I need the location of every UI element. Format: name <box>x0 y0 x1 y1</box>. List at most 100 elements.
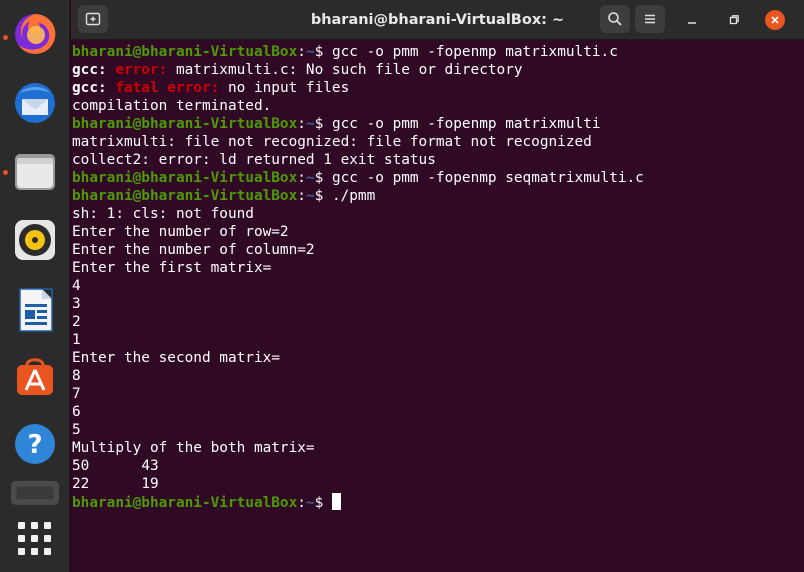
output-text: compilation terminated. <box>72 98 272 114</box>
prompt-line: bharani@bharani-VirtualBox:~$ gcc -o pmm… <box>72 43 797 61</box>
error-label: error: <box>106 62 168 78</box>
output-text: 22 19 <box>72 476 159 492</box>
prompt-symbol: $ <box>314 116 324 132</box>
dock-item-firefox[interactable] <box>11 10 59 58</box>
output-line: matrixmulti: file not recognized: file f… <box>72 133 797 151</box>
output-line: Enter the number of column=2 <box>72 241 797 259</box>
command-text: ./pmm <box>323 188 376 204</box>
output-line: 22 19 <box>72 475 797 493</box>
output-text: 2 <box>72 314 81 330</box>
software-icon <box>17 358 53 395</box>
prompt-user-host: bharani@bharani-VirtualBox <box>72 44 298 60</box>
restore-icon <box>729 15 739 25</box>
prompt-separator: : <box>297 495 306 511</box>
terminal-icon <box>11 480 59 505</box>
apps-grid-icon <box>18 535 25 542</box>
dock-item-writer[interactable] <box>11 286 59 334</box>
apps-grid-icon <box>31 548 38 555</box>
prompt-path: ~ <box>305 495 315 511</box>
rhythmbox-icon <box>15 220 55 260</box>
output-text: 3 <box>72 296 81 312</box>
output-line: collect2: error: ld returned 1 exit stat… <box>72 151 797 169</box>
prompt-line: bharani@bharani-VirtualBox:~$ <box>72 493 797 511</box>
output-text: Enter the first matrix= <box>72 260 272 276</box>
output-line: 4 <box>72 277 797 295</box>
terminal-window: bharani@bharani-VirtualBox: ~ bharani@bh… <box>71 0 804 572</box>
prompt-separator: : <box>297 44 306 60</box>
output-text: Enter the second matrix= <box>72 350 280 366</box>
terminal-output[interactable]: bharani@bharani-VirtualBox:~$ gcc -o pmm… <box>72 43 797 511</box>
apps-grid-icon <box>44 548 51 555</box>
gcc-prefix: gcc: <box>72 62 107 78</box>
titlebar: bharani@bharani-VirtualBox: ~ <box>71 0 804 40</box>
thunderbird-icon <box>15 83 55 123</box>
prompt-path: ~ <box>305 188 315 204</box>
output-text: 4 <box>72 278 81 294</box>
close-button[interactable] <box>765 10 785 30</box>
running-indicator <box>3 170 8 175</box>
help-icon: ? <box>15 424 55 464</box>
scrollbar[interactable] <box>798 40 804 572</box>
command-text <box>323 495 332 511</box>
output-line: Multiply of the both matrix= <box>72 439 797 457</box>
hamburger-menu-icon <box>645 14 655 24</box>
output-line: Enter the number of row=2 <box>72 223 797 241</box>
output-line: Enter the second matrix= <box>72 349 797 367</box>
output-line: 8 <box>72 367 797 385</box>
output-text: sh: 1: cls: not found <box>72 206 254 222</box>
output-line: 3 <box>72 295 797 313</box>
output-line: gcc: error: matrixmulti.c: No such file … <box>72 61 797 79</box>
maximize-button[interactable] <box>724 10 744 30</box>
dock: ? <box>0 0 70 572</box>
prompt-user-host: bharani@bharani-VirtualBox <box>72 116 298 132</box>
prompt-symbol: $ <box>314 170 324 186</box>
prompt-path: ~ <box>305 116 315 132</box>
output-text: 5 <box>72 422 81 438</box>
prompt-separator: : <box>297 116 306 132</box>
output-text: 6 <box>72 404 81 420</box>
output-text: matrixmulti: file not recognized: file f… <box>72 134 592 150</box>
output-line: 5 <box>72 421 797 439</box>
running-indicator <box>3 35 8 40</box>
dock-item-help[interactable]: ? <box>11 420 59 468</box>
command-text: gcc -o pmm -fopenmp matrixmulti.c <box>323 44 618 60</box>
apps-grid-icon <box>44 522 51 529</box>
output-line: 50 43 <box>72 457 797 475</box>
output-text: Enter the number of column=2 <box>72 242 315 258</box>
minimize-button[interactable] <box>682 10 702 30</box>
close-icon <box>771 16 779 24</box>
prompt-path: ~ <box>305 44 315 60</box>
output-line: sh: 1: cls: not found <box>72 205 797 223</box>
prompt-line: bharani@bharani-VirtualBox:~$ gcc -o pmm… <box>72 115 797 133</box>
output-text: Enter the number of row=2 <box>72 224 289 240</box>
writer-icon <box>19 288 53 332</box>
error-message: matrixmulti.c: No such file or directory <box>167 62 523 78</box>
output-line: 6 <box>72 403 797 421</box>
files-icon <box>15 154 55 190</box>
prompt-user-host: bharani@bharani-VirtualBox <box>72 188 298 204</box>
apps-grid-icon <box>31 522 38 529</box>
error-label: fatal error: <box>106 80 220 96</box>
prompt-line: bharani@bharani-VirtualBox:~$ gcc -o pmm… <box>72 169 797 187</box>
dock-item-thunderbird[interactable] <box>11 80 59 128</box>
output-text: 7 <box>72 386 81 402</box>
error-message: no input files <box>219 80 350 96</box>
dock-item-terminal[interactable] <box>11 476 59 506</box>
dock-item-files[interactable] <box>11 148 59 196</box>
prompt-separator: : <box>297 188 306 204</box>
output-text: 1 <box>72 332 81 348</box>
output-text: 50 43 <box>72 458 159 474</box>
svg-text:?: ? <box>27 430 42 460</box>
prompt-path: ~ <box>305 170 315 186</box>
menu-button[interactable] <box>635 5 665 33</box>
search-button[interactable] <box>600 5 630 33</box>
dock-item-rhythmbox[interactable] <box>11 216 59 264</box>
show-applications-button[interactable] <box>18 522 52 556</box>
output-line: gcc: fatal error: no input files <box>72 79 797 97</box>
prompt-separator: : <box>297 170 306 186</box>
gcc-prefix: gcc: <box>72 80 107 96</box>
dock-item-software[interactable] <box>11 352 59 400</box>
prompt-line: bharani@bharani-VirtualBox:~$ ./pmm <box>72 187 797 205</box>
apps-grid-icon <box>31 535 38 542</box>
output-text: 8 <box>72 368 81 384</box>
